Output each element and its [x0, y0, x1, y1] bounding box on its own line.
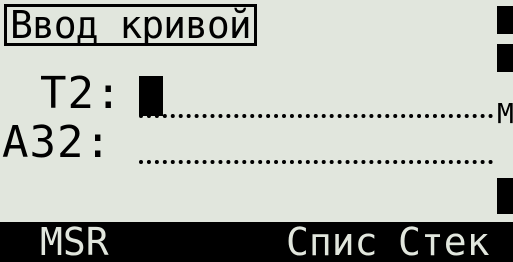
- unit-label: M: [497, 97, 513, 130]
- battery-icon: [497, 6, 513, 34]
- softkey-list[interactable]: Спис: [286, 222, 378, 262]
- softkey-stack[interactable]: Стек: [398, 222, 490, 262]
- signal-icon: [497, 44, 513, 72]
- field-input-a32[interactable]: [139, 160, 493, 164]
- input-cursor: [139, 76, 163, 116]
- softkey-msr[interactable]: MSR: [40, 222, 109, 262]
- field-label-t2: T2:: [40, 68, 123, 119]
- page-title: Ввод кривой: [4, 4, 257, 46]
- lcd-screen: Ввод кривой T2: A32: M MSR Спис Стек: [0, 0, 513, 262]
- softkey-bar: MSR Спис Стек: [0, 222, 513, 262]
- field-label-a32: A32:: [2, 117, 112, 168]
- field-input-t2[interactable]: [139, 114, 493, 118]
- input-mode-icon: [497, 178, 513, 214]
